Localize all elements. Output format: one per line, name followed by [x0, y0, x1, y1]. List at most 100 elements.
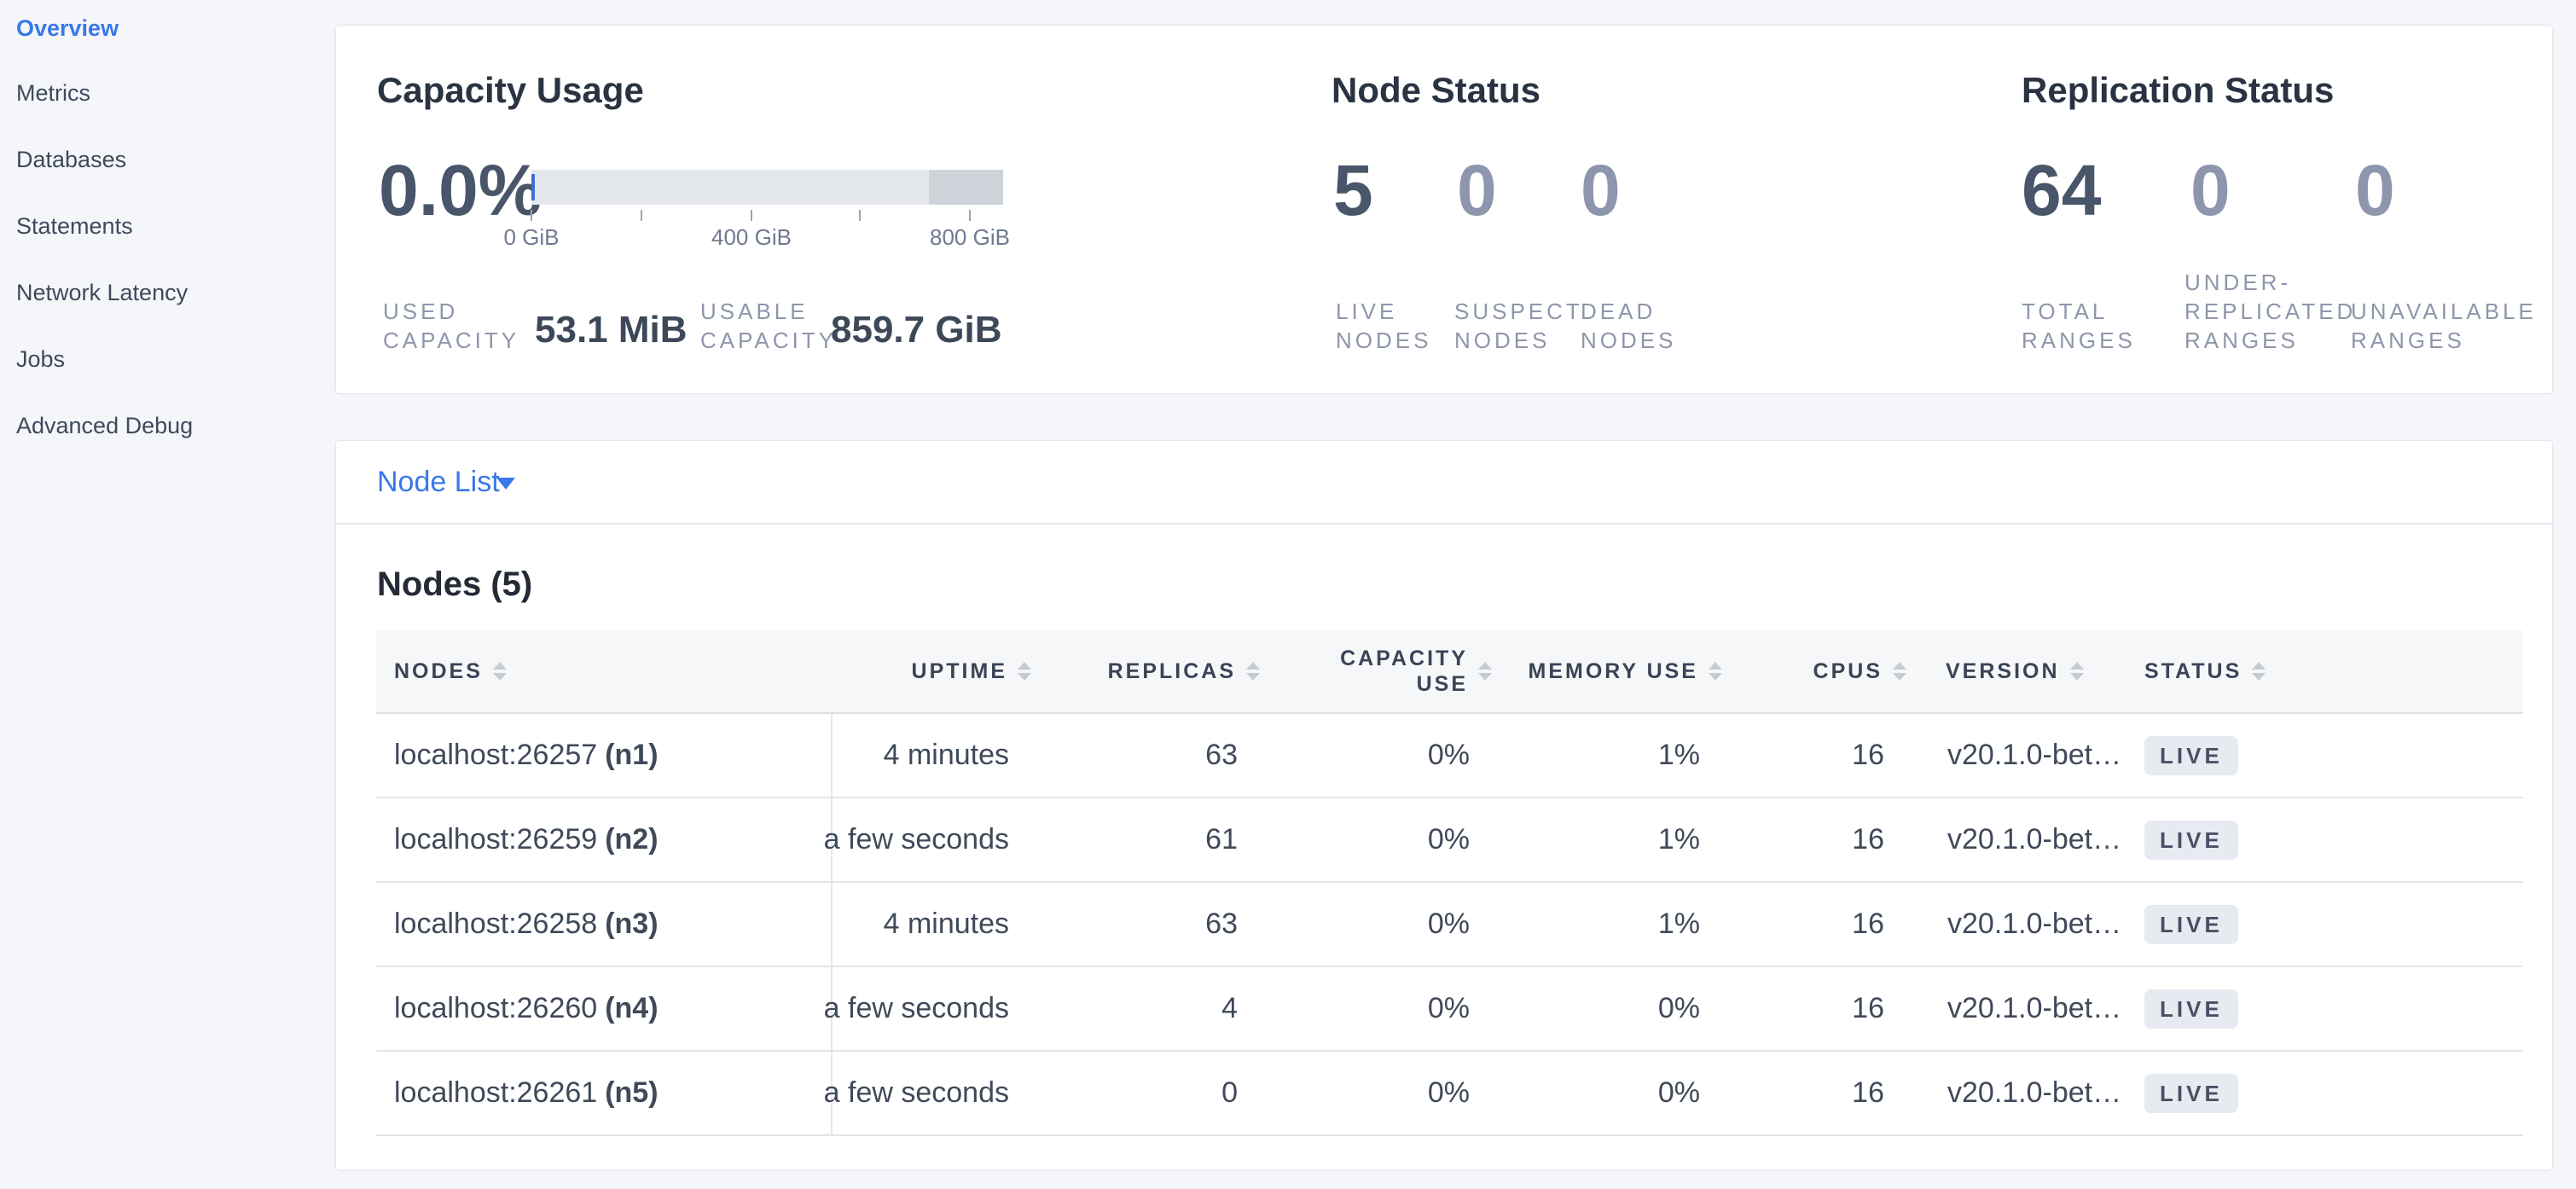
cell-version: v20.1.0-bet…	[1908, 798, 2108, 881]
cell-capacity-use: 0%	[1262, 1052, 1494, 1134]
cell-node-address: localhost:26259 (n2)	[376, 798, 833, 881]
sidebar-item-jobs[interactable]: Jobs	[16, 345, 65, 374]
sidebar-item-statements[interactable]: Statements	[16, 212, 133, 241]
sort-icon[interactable]	[2070, 662, 2084, 681]
node-list-dropdown[interactable]: Node List	[377, 441, 500, 523]
cell-memory-use: 1%	[1494, 798, 1724, 881]
column-header-uptime[interactable]: UPTIME	[833, 630, 1033, 712]
node-address-link[interactable]: localhost:26257	[394, 739, 597, 772]
column-header-replicas[interactable]: REPLICAS	[1033, 630, 1262, 712]
replication-status-title: Replication Status	[2022, 72, 2334, 109]
cell-cpus: 16	[1724, 1052, 1908, 1134]
cell-status: LIVE	[2108, 883, 2523, 966]
cell-status: LIVE	[2108, 714, 2523, 797]
table-row[interactable]: localhost:26257 (n1) 4 minutes 63 0% 1% …	[376, 714, 2523, 798]
node-list-card: Node List Nodes (5) NODES UPTIME REPLICA…	[335, 440, 2553, 1170]
total-ranges-value: 64	[2022, 154, 2101, 226]
cell-memory-use: 1%	[1494, 883, 1724, 966]
cell-cpus: 16	[1724, 967, 1908, 1050]
node-address-link[interactable]: localhost:26258	[394, 908, 597, 941]
dead-nodes-label: DEAD NODES	[1581, 297, 1676, 355]
sort-icon[interactable]	[1893, 662, 1906, 681]
status-badge: LIVE	[2144, 989, 2238, 1029]
capacity-usage-title: Capacity Usage	[377, 72, 644, 109]
sort-icon[interactable]	[1478, 662, 1492, 681]
status-badge: LIVE	[2144, 905, 2238, 944]
sort-icon[interactable]	[1709, 662, 1722, 681]
sort-icon[interactable]	[1018, 662, 1031, 681]
column-header-memory-use[interactable]: MEMORY USE	[1494, 630, 1724, 712]
cell-uptime: 4 minutes	[833, 714, 1033, 797]
cell-memory-use: 0%	[1494, 967, 1724, 1050]
column-header-cpus[interactable]: CPUS	[1724, 630, 1908, 712]
cell-version: v20.1.0-bet…	[1908, 967, 2108, 1050]
table-row[interactable]: localhost:26261 (n5) a few seconds 0 0% …	[376, 1052, 2523, 1136]
cell-replicas: 0	[1033, 1052, 1262, 1134]
sidebar-item-advanced-debug[interactable]: Advanced Debug	[16, 411, 193, 440]
table-row[interactable]: localhost:26258 (n3) 4 minutes 63 0% 1% …	[376, 883, 2523, 967]
sort-icon[interactable]	[1246, 662, 1260, 681]
cell-uptime: a few seconds	[833, 1052, 1033, 1134]
column-header-capacity-use[interactable]: CAPACITY USE	[1262, 630, 1494, 712]
column-header-nodes[interactable]: NODES	[376, 630, 833, 712]
sidebar-item-databases[interactable]: Databases	[16, 145, 126, 174]
capacity-axis-label-0: 0 GiB	[472, 224, 591, 250]
sort-icon[interactable]	[493, 662, 507, 681]
cell-replicas: 61	[1033, 798, 1262, 881]
cell-node-address: localhost:26257 (n1)	[376, 714, 833, 797]
cell-capacity-use: 0%	[1262, 967, 1494, 1050]
cell-memory-use: 1%	[1494, 714, 1724, 797]
used-capacity-label: USED CAPACITY	[383, 297, 519, 355]
column-header-version[interactable]: VERSION	[1908, 630, 2108, 712]
chevron-down-icon[interactable]	[496, 478, 515, 490]
total-ranges-label: TOTAL RANGES	[2022, 297, 2136, 355]
cell-capacity-use: 0%	[1262, 714, 1494, 797]
sidebar-item-overview[interactable]: Overview	[16, 14, 119, 43]
node-address-link[interactable]: localhost:26261	[394, 1076, 597, 1110]
dead-nodes-value: 0	[1581, 154, 1621, 226]
status-badge: LIVE	[2144, 736, 2238, 775]
under-replicated-ranges-value: 0	[2190, 154, 2231, 226]
capacity-bar-reserved-segment	[929, 170, 1003, 205]
used-capacity-value: 53.1 MiB	[535, 310, 688, 351]
sort-icon[interactable]	[2252, 662, 2266, 681]
cluster-summary-card: Capacity Usage 0.0% 0 GiB 400 GiB 800 Gi…	[335, 25, 2553, 394]
live-nodes-value: 5	[1333, 154, 1373, 226]
node-id: (n1)	[605, 739, 658, 772]
view-selector-bar: Node List	[336, 441, 2552, 525]
nodes-table: NODES UPTIME REPLICAS CAPACITY USE MEMOR…	[376, 630, 2523, 1136]
usable-capacity-value: 859.7 GiB	[831, 310, 1002, 351]
capacity-axis-tick	[859, 210, 861, 221]
suspect-nodes-value: 0	[1457, 154, 1497, 226]
cell-uptime: a few seconds	[833, 967, 1033, 1050]
cell-cpus: 16	[1724, 714, 1908, 797]
usable-capacity-label: USABLE CAPACITY	[700, 297, 837, 355]
cell-version: v20.1.0-bet…	[1908, 1052, 2108, 1134]
under-replicated-ranges-label: UNDER- REPLICATED RANGES	[2184, 268, 2356, 355]
node-address-link[interactable]: localhost:26260	[394, 992, 597, 1025]
capacity-usage-bar	[531, 170, 1003, 205]
table-row[interactable]: localhost:26260 (n4) a few seconds 4 0% …	[376, 967, 2523, 1052]
suspect-nodes-label: SUSPECT NODES	[1454, 297, 1583, 355]
node-address-link[interactable]: localhost:26259	[394, 823, 597, 856]
capacity-axis-label-800: 800 GiB	[910, 224, 1030, 250]
nodes-table-header: NODES UPTIME REPLICAS CAPACITY USE MEMOR…	[376, 630, 2523, 714]
cell-node-address: localhost:26260 (n4)	[376, 967, 833, 1050]
cell-version: v20.1.0-bet…	[1908, 714, 2108, 797]
sidebar-item-network-latency[interactable]: Network Latency	[16, 278, 188, 307]
sidebar-item-metrics[interactable]: Metrics	[16, 78, 90, 107]
node-status-title: Node Status	[1332, 72, 1540, 109]
cell-version: v20.1.0-bet…	[1908, 883, 2108, 966]
status-badge: LIVE	[2144, 1074, 2238, 1113]
unavailable-ranges-value: 0	[2355, 154, 2395, 226]
table-row[interactable]: localhost:26259 (n2) a few seconds 61 0%…	[376, 798, 2523, 883]
cell-replicas: 4	[1033, 967, 1262, 1050]
capacity-percent-value: 0.0%	[379, 154, 542, 226]
cell-uptime: a few seconds	[833, 798, 1033, 881]
node-id: (n2)	[605, 823, 658, 856]
cell-capacity-use: 0%	[1262, 798, 1494, 881]
column-header-status[interactable]: STATUS	[2108, 630, 2523, 712]
sidebar: Overview Metrics Databases Statements Ne…	[0, 0, 334, 1189]
live-nodes-label: LIVE NODES	[1336, 297, 1431, 355]
cell-replicas: 63	[1033, 714, 1262, 797]
